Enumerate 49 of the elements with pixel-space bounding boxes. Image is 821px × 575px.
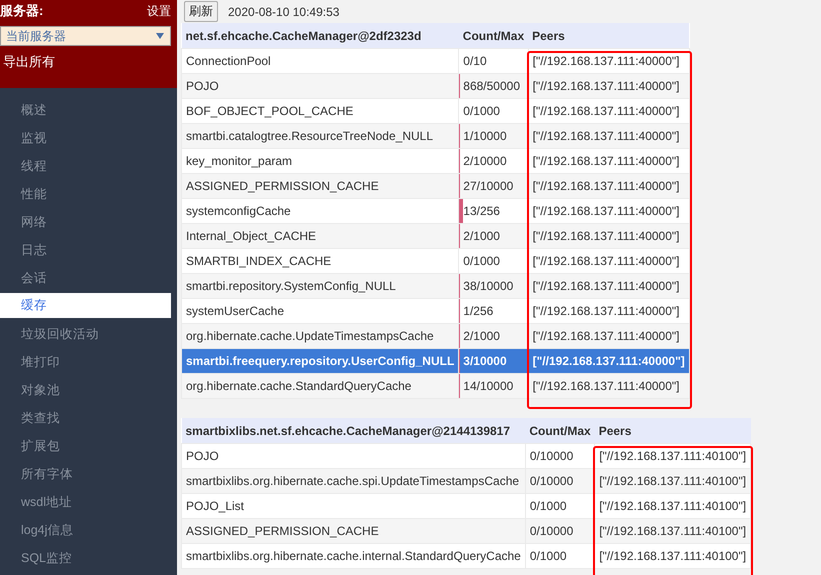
caret-icon (156, 33, 164, 39)
sidebar-item[interactable]: 堆打印 (0, 348, 177, 376)
sidebar-item[interactable]: wsdl地址 (0, 488, 177, 516)
column-header: smartbixlibs.net.sf.ehcache.CacheManager@2144139817 (182, 418, 526, 444)
table-row[interactable]: systemconfigCache 13/256 ["//192.168.137.111:40000"] (182, 198, 690, 224)
table-row[interactable]: Internal_Object_CACHE 2/1000 ["//192.168.137.111:40000"] (182, 224, 690, 248)
timestamp: 2020-08-10 10:49:53 (228, 4, 340, 18)
sidebar-item[interactable]: 日志 (0, 236, 177, 264)
column-header: Peers (528, 23, 690, 48)
sidebar-item[interactable]: 垃圾回收活动 (0, 320, 177, 348)
sidebar-item[interactable]: 对象池 (0, 376, 177, 404)
table-row[interactable]: smartbixlibs.org.hibernate.cache.internal.StandardQueryCache 0/1000 ["//192.168.137.111:40100"] (182, 544, 751, 568)
refresh-button[interactable]: 刷新 (184, 1, 218, 22)
column-header: Count/Max (458, 23, 528, 48)
sidebar-item[interactable]: 扩展包 (0, 432, 177, 460)
table-row[interactable]: ASSIGNED_PERMISSION_CACHE 0/10000 ["//192.168.137.111:40100"] (182, 518, 751, 544)
table-row[interactable]: POJO 868/50000 ["//192.168.137.111:40000"] (182, 74, 690, 98)
table-row[interactable]: ConnectionPool 0/10 ["//192.168.137.111:40000"] (182, 48, 690, 74)
table-row[interactable]: SMARTBI_INDEX_CACHE 0/1000 ["//192.168.137.111:40000"] (182, 248, 690, 274)
table-row[interactable]: smartbi.repository.SystemConfig_NULL 38/10000 ["//192.168.137.111:40000"] (182, 274, 690, 298)
settings-link[interactable]: 设置 (147, 2, 171, 20)
sidebar-item[interactable]: 性能 (0, 180, 177, 208)
sidebar-item[interactable]: 缓存 (0, 293, 171, 318)
sidebar-item[interactable]: 类查找 (0, 404, 177, 432)
table-row[interactable]: key_monitor_param 2/10000 ["//192.168.137.111:40000"] (182, 148, 690, 174)
sidebar-item[interactable]: 概述 (0, 96, 177, 124)
table-row[interactable]: POJO_List 0/1000 ["//192.168.137.111:40100"] (182, 494, 751, 518)
sidebar-item[interactable]: 监视 (0, 124, 177, 152)
sidebar-item[interactable]: log4j信息 (0, 516, 177, 544)
sidebar-item[interactable]: 网络 (0, 208, 177, 236)
table-row[interactable]: smartbi.catalogtree.ResourceTreeNode_NULL 1/10000 ["//192.168.137.111:40000"] (182, 124, 690, 148)
column-header: net.sf.ehcache.CacheManager@2df2323d (182, 23, 459, 48)
column-header: Count/Max (525, 418, 595, 444)
export-all-link[interactable]: 导出所有 (3, 53, 55, 71)
table-row[interactable]: BOF_OBJECT_POOL_CACHE 0/1000 ["//192.168.137.111:40000"] (182, 98, 690, 124)
server-select[interactable]: 当前服务器 (0, 26, 171, 46)
table-row[interactable]: smartbixlibs.org.hibernate.cache.spi.UpdateTimestampsCache 0/10000 ["//192.168.137.111:40100"] (182, 468, 751, 494)
sidebar-item[interactable]: 会话 (0, 264, 177, 292)
table-row[interactable]: org.hibernate.cache.UpdateTimestampsCache 2/1000 ["//192.168.137.111:40000"] (182, 324, 690, 348)
sidebar-item[interactable]: 所有字体 (0, 460, 177, 488)
table-row[interactable]: smartbi.freequery.repository.UserConfig_NULL 3/10000 ["//192.168.137.111:40000"] (182, 348, 690, 374)
sidebar-item[interactable]: 线程 (0, 152, 177, 180)
column-header: Peers (594, 418, 751, 444)
server-label: 服务器: (0, 2, 44, 20)
table-row[interactable]: ASSIGNED_PERMISSION_CACHE 27/10000 ["//192.168.137.111:40000"] (182, 174, 690, 198)
table-row[interactable]: org.hibernate.cache.StandardQueryCache 14/10000 ["//192.168.137.111:40000"] (182, 374, 690, 398)
table-row[interactable]: systemUserCache 1/256 ["//192.168.137.111:40000"] (182, 298, 690, 324)
table-row[interactable]: POJO 0/10000 ["//192.168.137.111:40100"] (182, 444, 751, 468)
sidebar-item[interactable]: SQL监控 (0, 544, 177, 572)
